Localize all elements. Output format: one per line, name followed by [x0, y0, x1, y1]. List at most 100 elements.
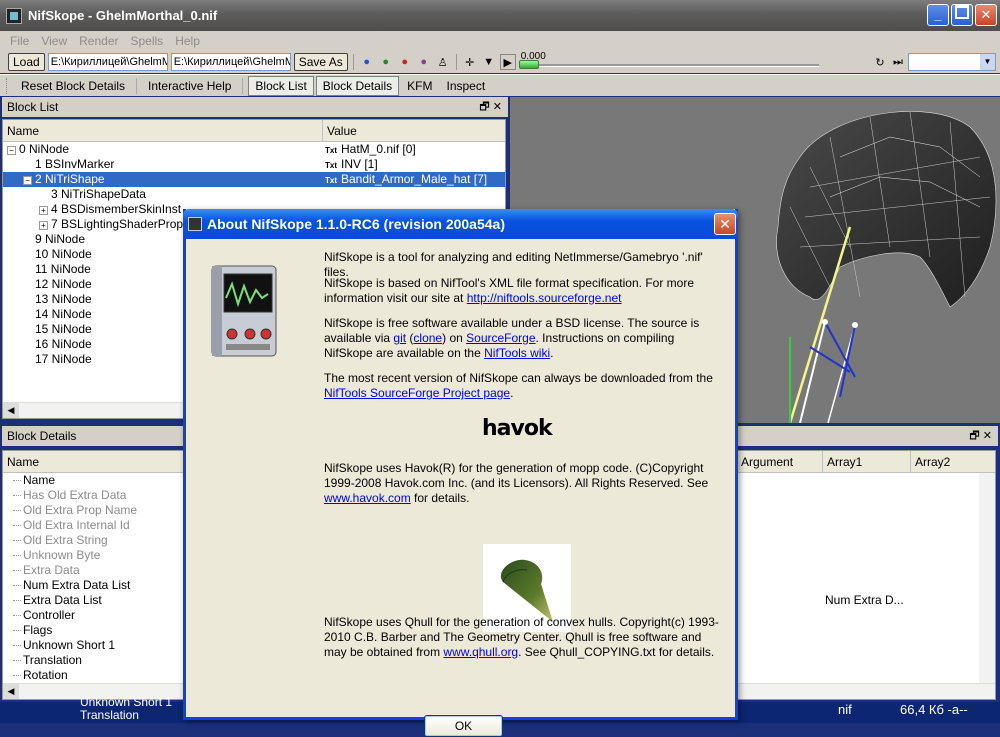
- block-list-column-header: Name Value: [3, 120, 505, 142]
- load-button[interactable]: Load: [8, 53, 45, 71]
- block-name-text: 10 NiNode: [35, 247, 92, 261]
- download-text-end: .: [510, 386, 514, 400]
- animation-select[interactable]: ▼: [908, 53, 996, 71]
- detail-name: Controller: [23, 608, 76, 622]
- column-array2[interactable]: Array2: [911, 451, 995, 472]
- window-title: NifSkope - GhelmMorthal_0.nif: [28, 8, 218, 23]
- detail-name: Rotation: [23, 668, 68, 682]
- bg-text-left1: Unknown Short 1: [80, 695, 173, 709]
- license-text-on: ) on: [442, 331, 463, 345]
- scroll-left-icon[interactable]: ◀: [3, 403, 19, 418]
- kfm-toggle[interactable]: KFM: [401, 77, 438, 95]
- inspect-toggle[interactable]: Inspect: [440, 77, 491, 95]
- skip-icon[interactable]: ⏭: [890, 54, 906, 70]
- git-link[interactable]: git: [393, 331, 406, 345]
- license-text-end: .: [550, 346, 554, 360]
- maximize-button[interactable]: [951, 4, 973, 26]
- qhull-link[interactable]: www.qhull.org: [443, 645, 518, 659]
- niftools-wiki-link[interactable]: NifTools wiki: [484, 346, 550, 360]
- interactive-help-button[interactable]: Interactive Help: [142, 77, 237, 95]
- dock-controls[interactable]: 🗗 ✕: [479, 97, 502, 117]
- block-list-title: Block List: [7, 100, 59, 114]
- vertical-scrollbar[interactable]: [979, 473, 995, 685]
- column-argument[interactable]: Argument: [737, 451, 823, 472]
- collapse-icon[interactable]: −: [23, 176, 32, 185]
- block-list-toggle[interactable]: Block List: [248, 75, 314, 96]
- view-purple-eye-icon[interactable]: ●: [416, 54, 432, 70]
- scroll-left-icon[interactable]: ◀: [3, 684, 19, 699]
- about-havok: NifSkope uses Havok(R) for the generatio…: [324, 461, 724, 506]
- about-qhull: NifSkope uses Qhull for the generation o…: [324, 615, 724, 660]
- block-list-row[interactable]: 3 NiTriShapeData: [3, 187, 505, 202]
- menu-bar: File View Render Spells Help: [0, 31, 1000, 51]
- block-name-text: 17 NiNode: [35, 352, 92, 366]
- view-red-eye-icon[interactable]: ●: [397, 54, 413, 70]
- detail-name: Extra Data List: [23, 593, 102, 607]
- file-toolbar: Load E:\Кириллицей\GhelmMo E:\Кириллицей…: [0, 51, 1000, 73]
- block-list-row[interactable]: 1 BSInvMarker Txt INV [1]: [3, 157, 505, 172]
- block-name-cell: 3 NiTriShapeData: [3, 187, 321, 202]
- slider-thumb[interactable]: [518, 60, 539, 69]
- axes-icon[interactable]: ✛: [462, 54, 478, 70]
- block-name-text: 13 NiNode: [35, 292, 92, 306]
- view-dropdown-icon[interactable]: ▼: [481, 54, 497, 70]
- menu-file[interactable]: File: [4, 34, 35, 48]
- load-path-field[interactable]: E:\Кириллицей\GhelmMo: [47, 53, 168, 71]
- menu-help[interactable]: Help: [169, 34, 206, 48]
- txt-type-icon: Txt: [325, 176, 337, 185]
- block-name-cell: −2 NiTriShape: [3, 172, 321, 187]
- menu-spells[interactable]: Spells: [125, 34, 170, 48]
- havok-logo: havok: [482, 416, 553, 441]
- havok-link[interactable]: www.havok.com: [324, 491, 411, 505]
- column-value[interactable]: Value: [323, 120, 505, 141]
- block-name-text: 3 NiTriShapeData: [51, 187, 146, 201]
- column-array1[interactable]: Array1: [823, 451, 911, 472]
- menu-render[interactable]: Render: [73, 34, 124, 48]
- toolbar-separator: [242, 77, 244, 94]
- chevron-down-icon: ▼: [980, 54, 995, 70]
- nifskope-logo-icon: [211, 265, 277, 357]
- minimize-button[interactable]: _: [927, 4, 949, 26]
- about-dialog-title: About NifSkope 1.1.0-RC6 (revision 200a5…: [207, 216, 505, 232]
- toolbar-grip[interactable]: [6, 77, 9, 94]
- block-details-title: Block Details: [7, 429, 77, 443]
- txt-type-icon: Txt: [325, 146, 337, 155]
- expand-icon[interactable]: +: [39, 206, 48, 215]
- save-path-field[interactable]: E:\Кириллицей\GhelmMo: [170, 53, 291, 71]
- block-list-row[interactable]: −2 NiTriShape Txt Bandit_Armor_Male_hat [7…: [3, 172, 505, 187]
- sourceforge-project-link[interactable]: NifTools SourceForge Project page: [324, 386, 510, 400]
- block-value-cell: Txt HatM_0.nif [0]: [321, 142, 416, 157]
- close-window-button[interactable]: ✕: [975, 4, 997, 26]
- save-as-button[interactable]: Save As: [293, 53, 348, 71]
- column-name[interactable]: Name: [3, 120, 323, 141]
- sourceforge-link[interactable]: SourceForge: [466, 331, 535, 345]
- niftools-site-link[interactable]: http://niftools.sourceforge.net: [467, 291, 622, 305]
- about-xml-spec: NifSkope is based on NifTool's XML file …: [324, 276, 724, 306]
- block-list-row[interactable]: −0 NiNode Txt HatM_0.nif [0]: [3, 142, 505, 157]
- menu-view[interactable]: View: [35, 34, 73, 48]
- detail-name: Num Extra Data List: [23, 578, 131, 592]
- dialog-close-button[interactable]: ✕: [714, 213, 736, 235]
- loop-icon[interactable]: ↻: [872, 54, 888, 70]
- about-download: The most recent version of NifSkope can …: [324, 371, 724, 401]
- block-details-toggle[interactable]: Block Details: [315, 75, 400, 96]
- detail-array1: Num Extra D...: [825, 593, 904, 607]
- dock-controls[interactable]: 🗗 ✕: [969, 426, 992, 446]
- animation-time-slider[interactable]: 0.000: [518, 51, 819, 72]
- toolbar-separator: [455, 54, 457, 70]
- havok-logo-text: havok: [482, 416, 553, 441]
- collapse-icon[interactable]: −: [7, 146, 16, 155]
- about-dialog: About NifSkope 1.1.0-RC6 (revision 200a5…: [183, 209, 738, 737]
- detail-name: Translation: [23, 653, 82, 667]
- expand-icon[interactable]: +: [39, 221, 48, 230]
- walk-icon[interactable]: ♙: [435, 54, 451, 70]
- block-name-text: 12 NiNode: [35, 277, 92, 291]
- view-green-eye-icon[interactable]: ●: [378, 54, 394, 70]
- clone-link[interactable]: clone: [413, 331, 442, 345]
- play-icon[interactable]: ▶: [499, 54, 516, 70]
- view-blue-eye-icon[interactable]: ●: [359, 54, 375, 70]
- reset-block-details-button[interactable]: Reset Block Details: [15, 77, 131, 95]
- toolbar-separator: [352, 54, 354, 70]
- qhull-text-end: . See Qhull_COPYING.txt for details.: [518, 645, 715, 659]
- ok-button[interactable]: OK: [424, 715, 503, 737]
